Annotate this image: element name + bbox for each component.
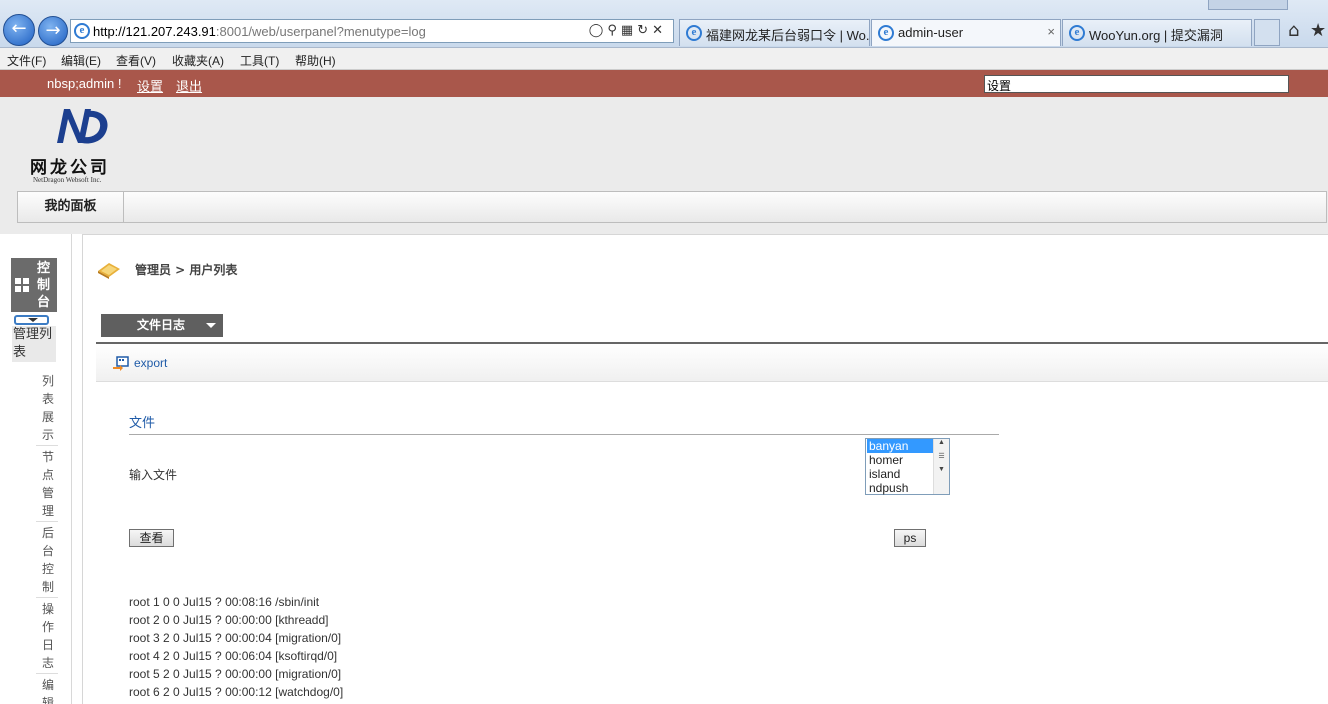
tab-label: WooYun.org | 提交漏洞 [1089,28,1223,43]
input-file-label: 输入文件 [129,468,178,482]
close-icon[interactable]: × [1047,24,1055,39]
toolbar: export [96,344,1328,382]
address-bar[interactable]: e http://121.207.243.91:8001/web/userpan… [70,19,674,43]
file-option-homer[interactable]: homer [867,453,933,467]
console-tab[interactable]: 控制台 [11,258,57,312]
export-icon[interactable] [113,356,129,371]
top-user-bar: nbsp;admin ! 设置 退出 设置 [0,70,1328,97]
menu-edit[interactable]: 编辑(E) [61,52,101,69]
menu-help[interactable]: 帮助(H) [295,52,336,69]
ps-button[interactable]: ps [894,529,926,547]
url-text[interactable]: http://121.207.243.91:8001/web/userpanel… [93,24,426,39]
forward-button[interactable]: → [38,16,68,46]
menu-tools[interactable]: 工具(T) [240,52,279,69]
sidebar: 控制台 管理列表 列表展示 节点管理 后台控制 操作日志 编辑 [0,234,72,704]
ps-output: root 1 0 0 Jul15 ? 00:08:16 /sbin/init r… [129,593,343,701]
file-option-banyan[interactable]: banyan [867,439,933,453]
sidebar-item-edit[interactable]: 编辑 [40,676,56,704]
menu-view[interactable]: 查看(V) [116,52,156,69]
tab-admin-user[interactable]: e admin-user × [871,19,1061,46]
tab-label: admin-user [898,25,964,40]
menu-favorites[interactable]: 收藏夹(A) [172,52,224,69]
stop-icon: ✕ [652,23,667,38]
scroll-up-icon[interactable]: ▲ [934,439,949,446]
home-folder-icon [98,263,120,279]
tab-label: 福建网龙某后台弱口令 | Wo... [706,28,870,43]
ie-page-icon: e [74,23,90,39]
view-button[interactable]: 查看 [129,529,174,547]
top-search-input[interactable]: 设置 [984,75,1289,93]
scroll-thumb[interactable]: ☰ [934,452,949,460]
favorites-star-icon[interactable]: ★ [1310,20,1326,41]
tab-wooyun-submit[interactable]: e WooYun.org | 提交漏洞 [1062,19,1252,46]
export-link[interactable]: export [134,356,167,370]
listbox-scrollbar[interactable]: ▲ ☰ ▼ [933,439,949,494]
file-section-divider [129,434,999,435]
sidebar-item-node-manage[interactable]: 节点管理 [40,448,56,520]
nd-logo-mark [57,109,108,144]
ps-line: root 3 2 0 Jul15 ? 00:00:04 [migration/0… [129,631,342,645]
back-button[interactable]: ← [3,14,35,46]
tab-wooyun-weakpass[interactable]: e 福建网龙某后台弱口令 | Wo... [679,19,870,46]
ps-line: root 5 2 0 Jul15 ? 00:00:00 [migration/0… [129,667,342,681]
site-header: 网龙公司 NetDragon Websoft Inc. 我的面板 [0,97,1328,234]
ps-line: root 1 0 0 Jul15 ? 00:08:16 /sbin/init [129,595,320,609]
sidebar-section-manage-list[interactable]: 管理列表 [12,326,56,362]
main-nav: 我的面板 [17,191,1327,223]
ie-tab-icon: e [878,25,894,41]
browser-chrome: ← → e http://121.207.243.91:8001/web/use… [0,0,1328,48]
grid-icon [15,278,29,292]
file-select-listbox[interactable]: banyan homer island ndpush ▲ ☰ ▼ [865,438,950,495]
file-section-title: 文件 [129,416,156,431]
home-icon[interactable]: ⌂ [1288,20,1299,41]
ie-tab-icon: e [686,25,702,41]
collapse-toggle-button[interactable] [14,315,49,325]
breadcrumb: 管理员 > 用户列表 [135,263,238,277]
ps-line: root 4 2 0 Jul15 ? 00:06:04 [ksoftirqd/0… [129,649,338,663]
forward-arrow-icon: → [45,20,61,41]
address-bar-actions[interactable]: ◯⚲▦↻✕ [589,23,667,38]
console-label: 控制台 [37,261,51,310]
shield-icon: ◯ [588,23,608,38]
scroll-down-icon[interactable]: ▼ [934,466,949,473]
user-greeting: nbsp;admin ! [47,76,122,91]
search-icon: ⚲ [607,23,621,38]
netdragon-logo[interactable]: 网龙公司 NetDragon Websoft Inc. [30,103,140,184]
ps-line: root 6 2 0 Jul15 ? 00:00:12 [watchdog/0] [129,685,344,699]
main-content: 管理员 > 用户列表 文件日志 export 文件 输入文件 banyan ho… [82,234,1328,704]
nav-my-panel[interactable]: 我的面板 [18,192,124,222]
logo-english-text: NetDragon Websoft Inc. [33,176,102,184]
ie-tab-icon: e [1069,25,1085,41]
file-option-island[interactable]: island [867,467,933,481]
sidebar-item-operation-log[interactable]: 操作日志 [40,600,56,672]
file-log-dropdown[interactable]: 文件日志 [101,314,223,337]
logo-chinese-text: 网龙公司 [30,158,110,178]
menu-bar: 文件(F) 编辑(E) 查看(V) 收藏夹(A) 工具(T) 帮助(H) [0,48,1328,70]
logout-link[interactable]: 退出 [176,76,202,95]
settings-link[interactable]: 设置 [137,76,163,95]
sidebar-item-backend-control[interactable]: 后台控制 [40,524,56,596]
menu-file[interactable]: 文件(F) [7,52,46,69]
file-option-ndpush[interactable]: ndpush [867,481,933,495]
ps-line: root 2 0 0 Jul15 ? 00:00:00 [kthreadd] [129,613,329,627]
refresh-icon: ↻ [637,23,653,38]
sidebar-item-list-display[interactable]: 列表展示 [40,372,56,444]
window-controls[interactable] [1208,0,1288,10]
compat-icon: ▦ [620,23,638,38]
back-arrow-icon: ← [11,18,27,39]
new-tab-button[interactable] [1254,19,1280,46]
